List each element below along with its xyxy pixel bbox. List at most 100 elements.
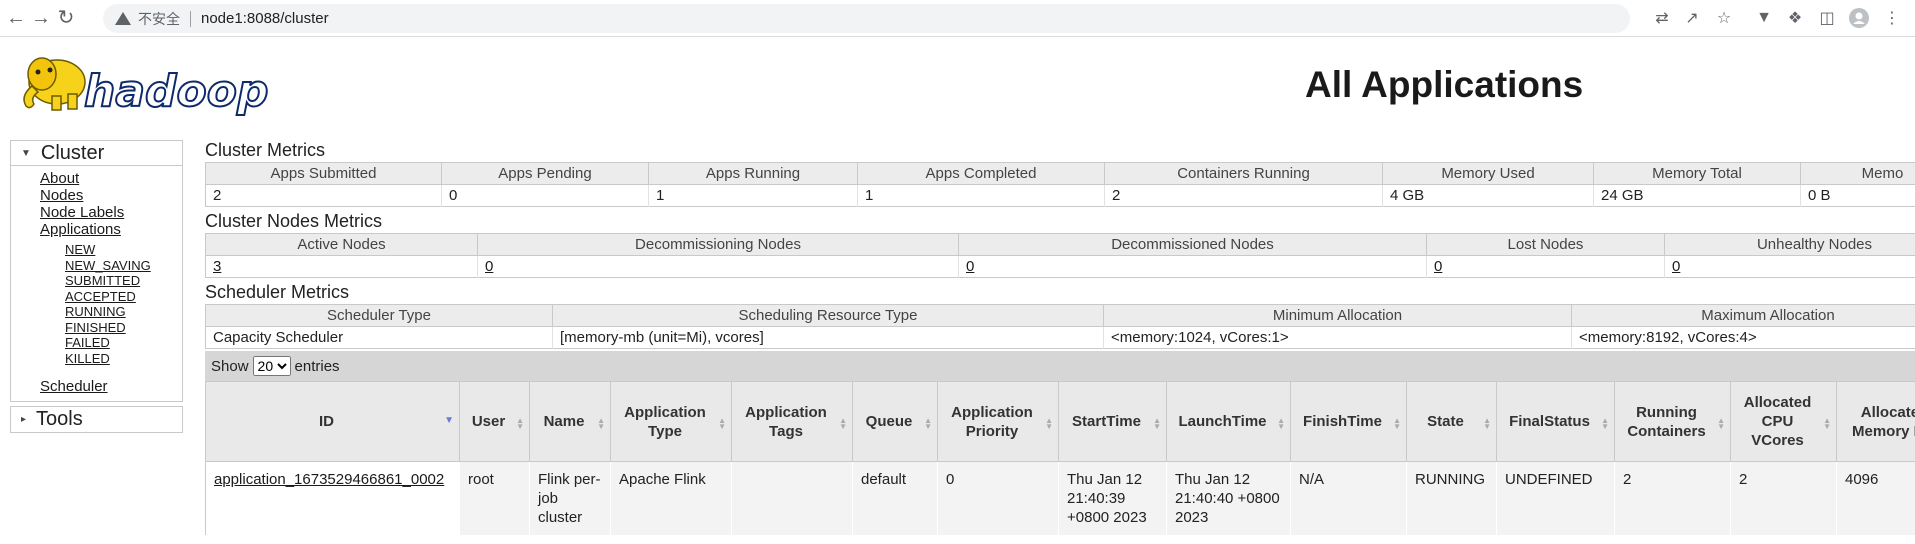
nav-state-finished[interactable]: FINISHED bbox=[65, 320, 182, 336]
decommissioning-nodes-link[interactable]: 0 bbox=[485, 258, 493, 275]
forward-icon[interactable]: → bbox=[28, 5, 54, 31]
nav-state-new[interactable]: NEW bbox=[65, 242, 182, 258]
decommissioned-nodes-link[interactable]: 0 bbox=[966, 258, 974, 275]
cm-value: 1 bbox=[648, 184, 858, 207]
extensions-puzzle-icon[interactable]: ❖ bbox=[1783, 6, 1807, 30]
show-entries-bar: Show 20 entries bbox=[205, 351, 1915, 381]
nav-link-about[interactable]: About bbox=[40, 170, 182, 187]
active-nodes-link[interactable]: 3 bbox=[213, 258, 221, 275]
col-header-starttime[interactable]: StartTime ▲ ▼ bbox=[1058, 381, 1167, 462]
cm-header: Apps Running bbox=[648, 162, 858, 185]
col-header-state[interactable]: State ▲ ▼ bbox=[1406, 381, 1497, 462]
col-header-name[interactable]: Name ▲ ▼ bbox=[529, 381, 611, 462]
tools-nav: ▸ Tools bbox=[10, 406, 183, 433]
sort-icon: ▲ ▼ bbox=[1823, 416, 1831, 431]
nav-state-submitted[interactable]: SUBMITTED bbox=[65, 273, 182, 289]
cm-value: 0 bbox=[441, 184, 649, 207]
sort-icon: ▲ ▼ bbox=[516, 416, 524, 431]
sort-desc-icon: ▼ bbox=[444, 415, 454, 426]
profile-avatar-icon[interactable] bbox=[1847, 6, 1871, 30]
side-panel-icon[interactable]: ◫ bbox=[1815, 6, 1839, 30]
cm-header: Apps Completed bbox=[857, 162, 1105, 185]
sm-header: Scheduling Resource Type bbox=[552, 304, 1104, 327]
sort-icon: ▲ ▼ bbox=[718, 416, 726, 431]
sort-icon: ▲ ▼ bbox=[839, 416, 847, 431]
extension-v-icon[interactable]: ▼ bbox=[1752, 6, 1776, 30]
entries-per-page-select[interactable]: 20 bbox=[252, 356, 291, 376]
col-header-queue[interactable]: Queue ▲ ▼ bbox=[852, 381, 938, 462]
cluster-nav: ▼ Cluster About Nodes Node Labels Applic… bbox=[10, 140, 183, 402]
nav-state-failed[interactable]: FAILED bbox=[65, 335, 182, 351]
back-icon[interactable]: ← bbox=[3, 5, 29, 31]
url-text[interactable]: node1:8088/cluster bbox=[201, 10, 329, 27]
cell-queue: default bbox=[852, 461, 938, 535]
cell-tags bbox=[731, 461, 853, 535]
reload-icon[interactable]: ↻ bbox=[53, 5, 79, 31]
scheduler-metrics-title: Scheduler Metrics bbox=[205, 282, 350, 302]
sm-value: Capacity Scheduler bbox=[205, 326, 553, 349]
nav-link-applications[interactable]: Applications bbox=[40, 221, 182, 238]
not-secure-icon bbox=[115, 12, 131, 25]
col-header-application-type[interactable]: Application Type ▲ ▼ bbox=[610, 381, 732, 462]
unhealthy-nodes-link[interactable]: 0 bbox=[1672, 258, 1680, 275]
cm-header: Memo bbox=[1800, 162, 1915, 185]
cell-finishtime: N/A bbox=[1290, 461, 1407, 535]
sort-icon: ▲ ▼ bbox=[597, 416, 605, 431]
sort-icon: ▲ ▼ bbox=[1601, 416, 1609, 431]
browser-toolbar: ← → ↻ 不安全 node1:8088/cluster ⇄ ↗ ☆ ▼ ❖ ◫… bbox=[0, 0, 1915, 37]
nav-link-node-labels[interactable]: Node Labels bbox=[40, 204, 182, 221]
cm-header: Containers Running bbox=[1104, 162, 1383, 185]
col-header-application-priority[interactable]: Application Priority ▲ ▼ bbox=[937, 381, 1059, 462]
translate-icon[interactable]: ⇄ bbox=[1650, 6, 1674, 30]
sort-icon: ▲ ▼ bbox=[1483, 416, 1491, 431]
cm-header: Apps Pending bbox=[441, 162, 649, 185]
share-icon[interactable]: ↗ bbox=[1680, 6, 1704, 30]
menu-kebab-icon[interactable]: ⋮ bbox=[1880, 6, 1904, 30]
page-title: All Applications bbox=[1305, 64, 1584, 105]
applications-table: ID ▼ User ▲ ▼ Name ▲ ▼ Application Type ▲ ▼ App… bbox=[205, 381, 1915, 535]
col-header-finishtime[interactable]: FinishTime ▲ ▼ bbox=[1290, 381, 1407, 462]
col-header-user[interactable]: User ▲ ▼ bbox=[459, 381, 530, 462]
cell-running-containers: 2 bbox=[1614, 461, 1731, 535]
cm-header: Memory Total bbox=[1593, 162, 1801, 185]
sort-icon: ▲ ▼ bbox=[1717, 416, 1725, 431]
col-header-id[interactable]: ID ▼ bbox=[205, 381, 460, 462]
address-bar[interactable]: 不安全 node1:8088/cluster bbox=[103, 4, 1630, 33]
hadoop-logo[interactable]: hadoop bbox=[12, 44, 312, 119]
nm-header: Decommissioned Nodes bbox=[958, 233, 1427, 256]
nav-link-scheduler[interactable]: Scheduler bbox=[40, 378, 182, 395]
sort-icon: ▲ ▼ bbox=[1277, 416, 1285, 431]
cell-type: Apache Flink bbox=[610, 461, 732, 535]
sm-value: <memory:1024, vCores:1> bbox=[1103, 326, 1572, 349]
cluster-metrics-table: Apps Submitted Apps Pending Apps Running… bbox=[205, 162, 1915, 207]
nav-state-running[interactable]: RUNNING bbox=[65, 304, 182, 320]
cell-vcores: 2 bbox=[1730, 461, 1837, 535]
nav-link-nodes[interactable]: Nodes bbox=[40, 187, 182, 204]
application-id-link[interactable]: application_1673529466861_0002 bbox=[214, 471, 444, 488]
hadoop-wordmark: hadoop bbox=[84, 66, 268, 117]
nav-state-killed[interactable]: KILLED bbox=[65, 351, 182, 367]
entries-label: entries bbox=[294, 357, 340, 375]
col-header-launchtime[interactable]: LaunchTime ▲ ▼ bbox=[1166, 381, 1291, 462]
bookmark-star-icon[interactable]: ☆ bbox=[1712, 6, 1736, 30]
cm-value: 0 B bbox=[1800, 184, 1915, 207]
sort-icon: ▲ ▼ bbox=[924, 416, 932, 431]
col-header-running-containers[interactable]: Running Containers ▲ ▼ bbox=[1614, 381, 1731, 462]
lost-nodes-link[interactable]: 0 bbox=[1434, 258, 1442, 275]
col-header-finalstatus[interactable]: FinalStatus ▲ ▼ bbox=[1496, 381, 1615, 462]
col-header-allocated-cpu[interactable]: Allocated CPU VCores ▲ ▼ bbox=[1730, 381, 1837, 462]
expand-triangle-icon: ▸ bbox=[21, 414, 27, 425]
tools-nav-header[interactable]: ▸ Tools bbox=[11, 407, 182, 432]
col-header-application-tags[interactable]: Application Tags ▲ ▼ bbox=[731, 381, 853, 462]
table-row: application_1673529466861_0002 root Flin… bbox=[205, 461, 1915, 535]
tools-nav-title: Tools bbox=[36, 408, 83, 430]
sm-value: <memory:8192, vCores:4> bbox=[1571, 326, 1915, 349]
nav-state-accepted[interactable]: ACCEPTED bbox=[65, 289, 182, 305]
cluster-nav-header[interactable]: ▼ Cluster bbox=[11, 141, 182, 166]
cell-memory: 4096 bbox=[1836, 461, 1915, 535]
nav-state-new-saving[interactable]: NEW_SAVING bbox=[65, 258, 182, 274]
col-header-allocated-memory[interactable]: Allocated Memory MB bbox=[1836, 381, 1915, 462]
cell-starttime: Thu Jan 12 21:40:39 +0800 2023 bbox=[1058, 461, 1167, 535]
sm-header: Minimum Allocation bbox=[1103, 304, 1572, 327]
main-content: Cluster Metrics Apps Submitted Apps Pend… bbox=[205, 138, 1915, 535]
